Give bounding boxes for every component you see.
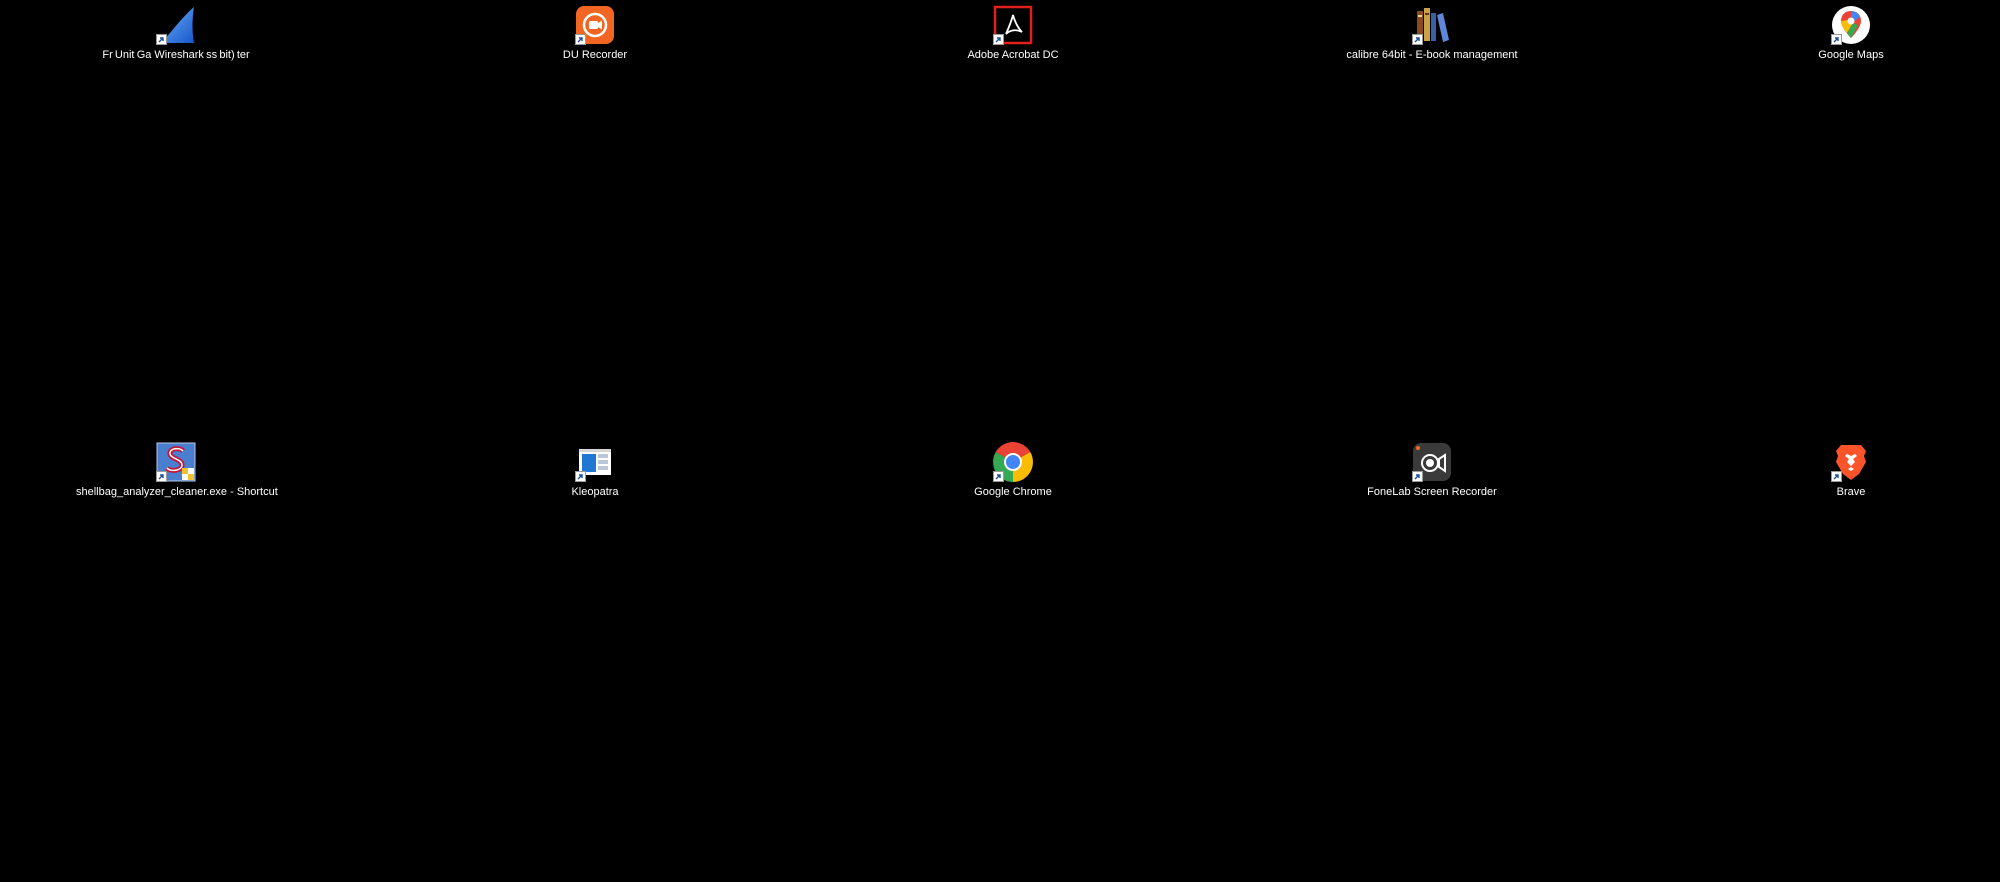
icon-label: Google Maps xyxy=(1818,49,1884,61)
icon-label: shellbag_analyzer_cleaner.exe - Shortcut xyxy=(76,486,278,498)
shortcut-arrow-icon xyxy=(1412,471,1423,482)
icon-label: Fr Unit Ga Wireshark ss bit) ter xyxy=(102,49,250,61)
icon-label: DU Recorder xyxy=(562,49,628,61)
shortcut-arrow-icon xyxy=(156,471,167,482)
du-recorder-icon xyxy=(575,5,615,45)
adobe-acrobat-icon xyxy=(993,5,1033,45)
desktop-icon-kleopatra[interactable]: Kleopatra xyxy=(495,442,695,502)
desktop-icon-calibre[interactable]: calibre 64bit - E-book management xyxy=(1332,5,1532,65)
shortcut-arrow-icon xyxy=(575,471,586,482)
desktop-icon-google-chrome[interactable]: Google Chrome xyxy=(913,442,1113,502)
calibre-books-icon xyxy=(1412,5,1452,45)
shortcut-arrow-icon xyxy=(1412,34,1423,45)
shortcut-arrow-icon xyxy=(993,471,1004,482)
icon-label: Adobe Acrobat DC xyxy=(967,49,1059,61)
desktop-icon-du-recorder[interactable]: DU Recorder xyxy=(495,5,695,65)
shortcut-arrow-icon xyxy=(1831,471,1842,482)
kleopatra-icon xyxy=(575,442,615,482)
google-chrome-icon xyxy=(993,442,1033,482)
google-maps-pin-icon xyxy=(1831,5,1871,45)
fonelab-recorder-icon xyxy=(1412,442,1452,482)
shortcut-arrow-icon xyxy=(1831,34,1842,45)
desktop-icon-wireshark[interactable]: Fr Unit Ga Wireshark ss bit) ter xyxy=(76,5,276,65)
shortcut-arrow-icon xyxy=(993,34,1004,45)
desktop-icon-adobe-acrobat[interactable]: Adobe Acrobat DC xyxy=(913,5,1113,65)
icon-label: FoneLab Screen Recorder xyxy=(1367,486,1497,498)
icon-label: Google Chrome xyxy=(974,486,1052,498)
icon-label: Kleopatra xyxy=(571,486,619,498)
wireshark-fin-icon xyxy=(156,5,196,45)
shortcut-arrow-icon xyxy=(156,34,167,45)
desktop-icon-fonelab-recorder[interactable]: FoneLab Screen Recorder xyxy=(1332,442,1532,502)
desktop-icon-shellbag-analyzer[interactable]: shellbag_analyzer_cleaner.exe - Shortcut xyxy=(76,442,278,502)
icon-label: Brave xyxy=(1836,486,1866,498)
desktop-icon-brave[interactable]: Brave xyxy=(1751,442,1951,502)
brave-lion-icon xyxy=(1831,442,1871,482)
shortcut-arrow-icon xyxy=(575,34,586,45)
desktop[interactable]: Fr Unit Ga Wireshark ss bit) ter DU Reco… xyxy=(0,0,2000,882)
icon-label: calibre 64bit - E-book management xyxy=(1346,49,1518,61)
desktop-icon-google-maps[interactable]: Google Maps xyxy=(1751,5,1951,65)
shellbag-analyzer-icon xyxy=(156,442,196,482)
